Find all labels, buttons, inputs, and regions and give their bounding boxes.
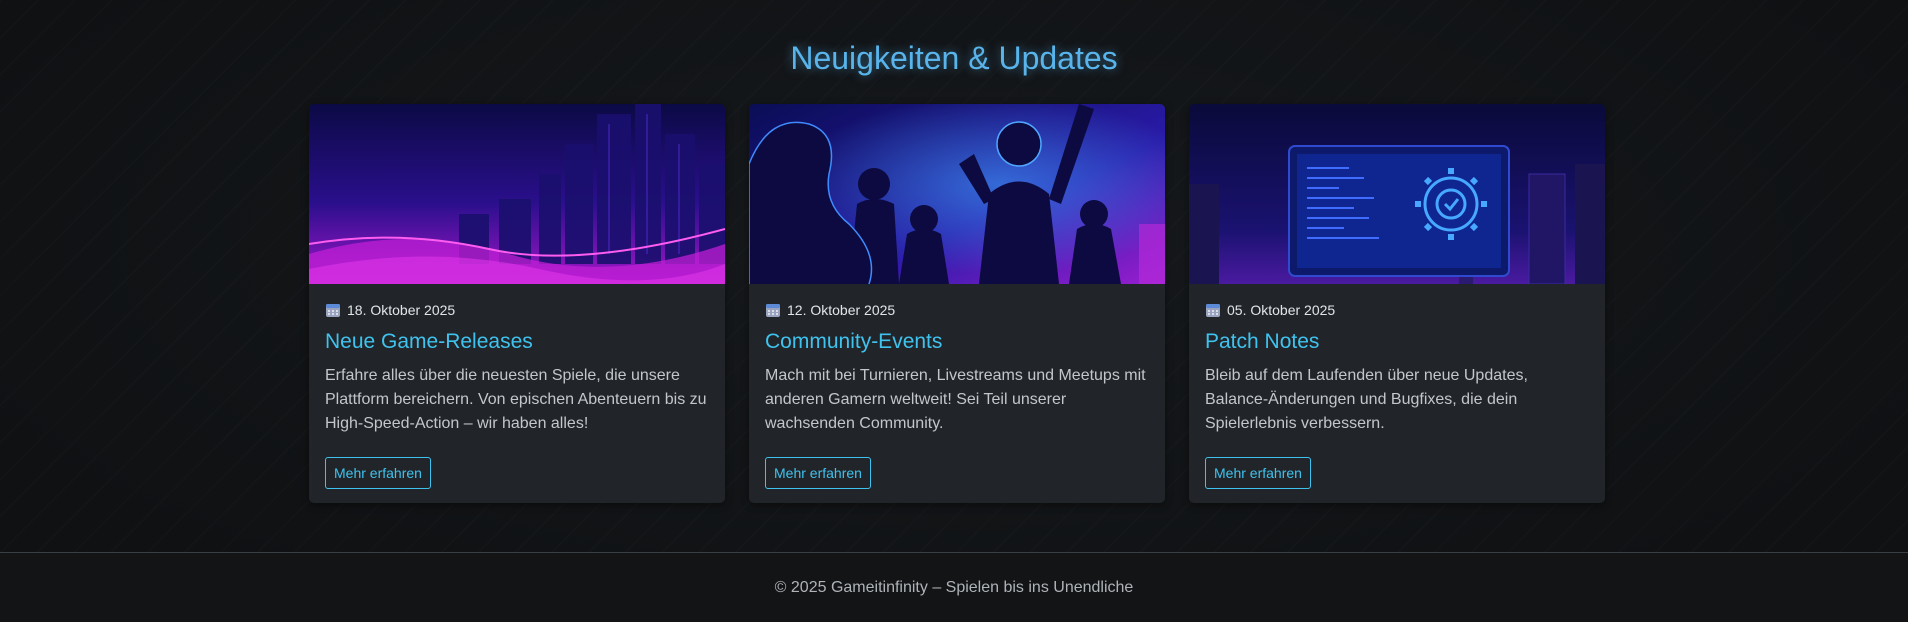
card-title[interactable]: Community-Events	[765, 328, 1149, 356]
news-card: 18. Oktober 2025 Neue Game-Releases Erfa…	[309, 104, 725, 503]
calendar-icon	[326, 304, 340, 317]
card-date: 18. Oktober 2025	[325, 300, 709, 320]
card-date-text: 12. Oktober 2025	[787, 302, 896, 318]
card-body: 05. Oktober 2025 Patch Notes Bleib auf d…	[1189, 284, 1605, 436]
news-section: Neuigkeiten & Updates 18. Oktober 2025 N…	[0, 0, 1908, 551]
news-card: 05. Oktober 2025 Patch Notes Bleib auf d…	[1189, 104, 1605, 503]
card-text: Mach mit bei Turnieren, Livestreams und …	[765, 367, 1146, 432]
footer: © 2025 Gameitinfinity – Spielen bis ins …	[0, 552, 1908, 622]
calendar-icon	[766, 304, 780, 317]
news-card: 12. Oktober 2025 Community-Events Mach m…	[749, 104, 1165, 503]
card-date-text: 05. Oktober 2025	[1227, 302, 1336, 318]
gamers-crowd-image	[749, 104, 1165, 284]
city-skyline-image	[309, 104, 725, 284]
card-title[interactable]: Patch Notes	[1205, 328, 1589, 356]
card-date-text: 18. Oktober 2025	[347, 302, 456, 318]
card-title[interactable]: Neue Game-Releases	[325, 328, 709, 356]
card-text: Bleib auf dem Laufenden über neue Update…	[1205, 367, 1528, 432]
read-more-button[interactable]: Mehr erfahren	[765, 457, 871, 489]
read-more-button[interactable]: Mehr erfahren	[1205, 457, 1311, 489]
card-date: 05. Oktober 2025	[1205, 300, 1589, 320]
card-date: 12. Oktober 2025	[765, 300, 1149, 320]
section-title: Neuigkeiten & Updates	[790, 40, 1118, 76]
footer-copyright: © 2025 Gameitinfinity – Spielen bis ins …	[774, 579, 1134, 596]
card-text: Erfahre alles über die neuesten Spiele, …	[325, 367, 707, 432]
read-more-button[interactable]: Mehr erfahren	[325, 457, 431, 489]
card-body: 12. Oktober 2025 Community-Events Mach m…	[749, 284, 1165, 436]
monitor-gear-image	[1189, 104, 1605, 284]
news-cards: 18. Oktober 2025 Neue Game-Releases Erfa…	[309, 104, 1605, 503]
calendar-icon	[1206, 304, 1220, 317]
card-body: 18. Oktober 2025 Neue Game-Releases Erfa…	[309, 284, 725, 436]
